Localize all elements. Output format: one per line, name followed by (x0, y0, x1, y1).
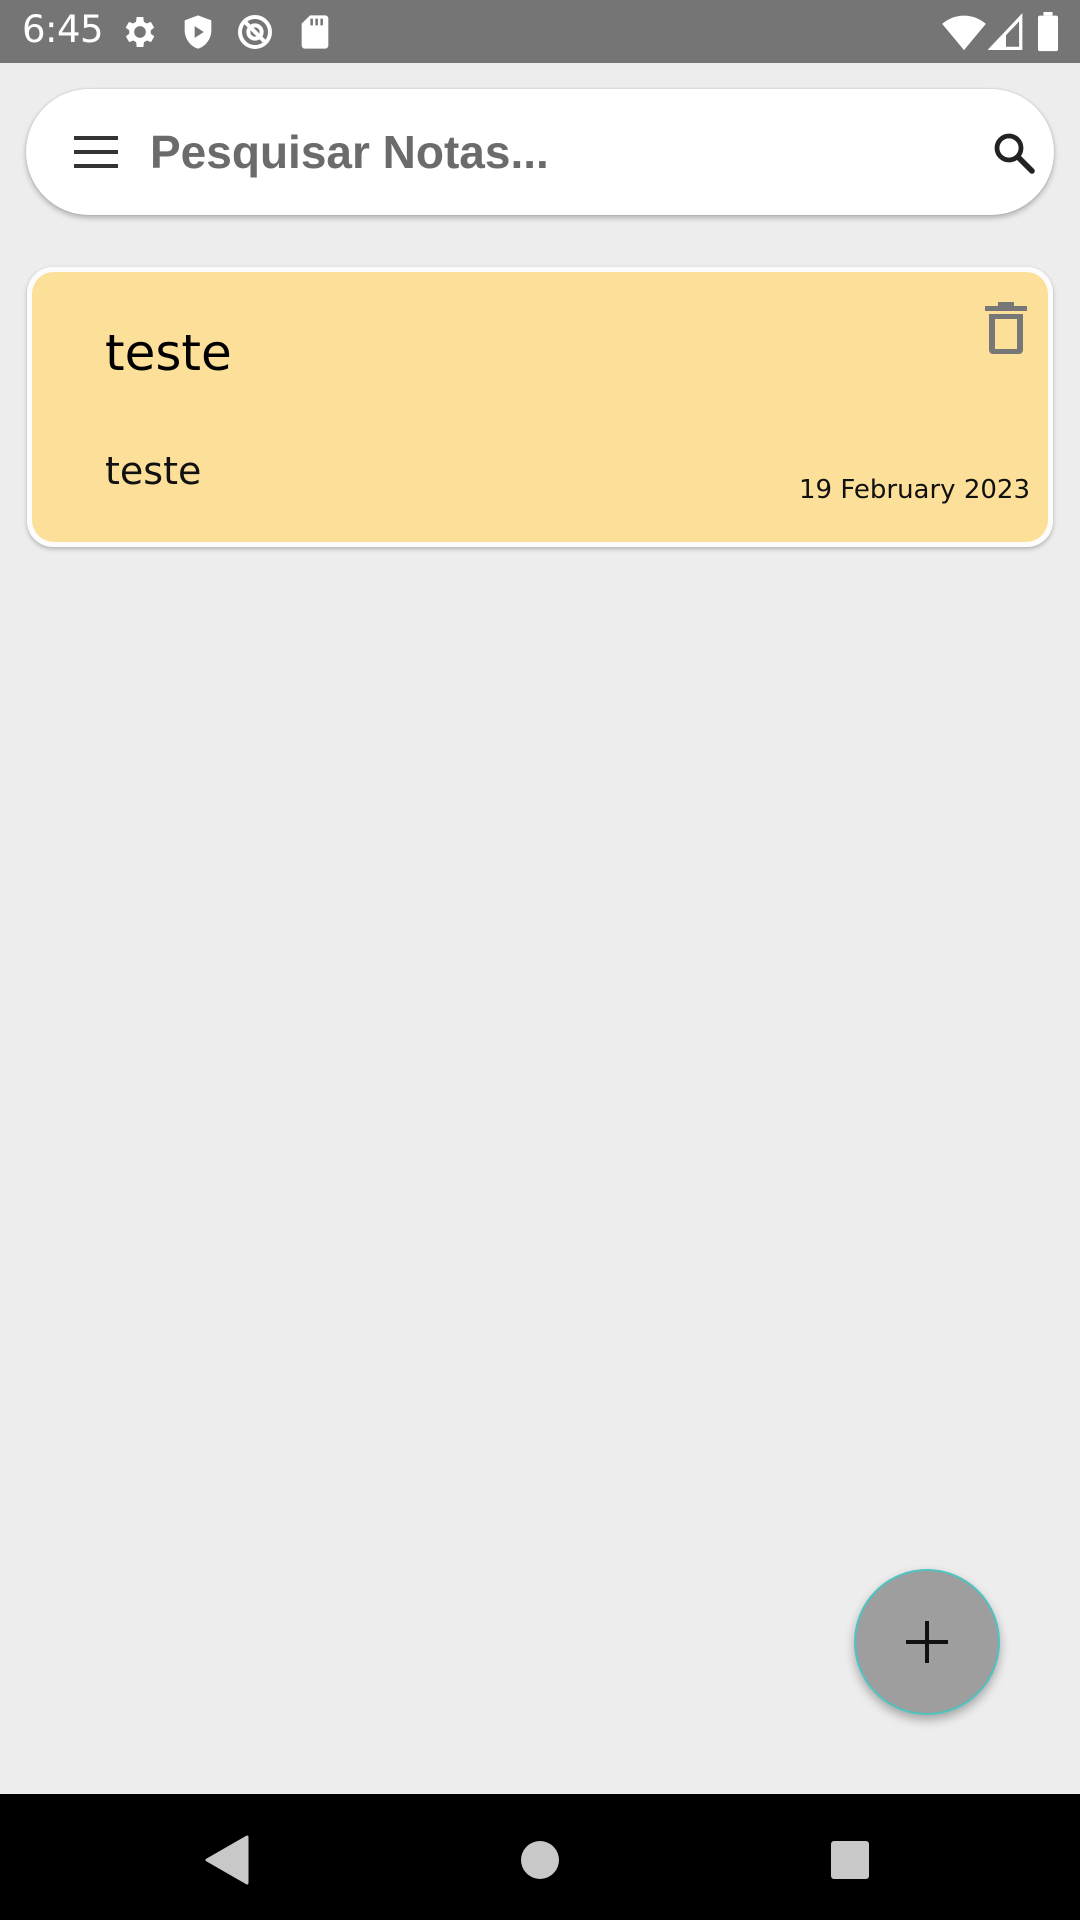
back-icon (205, 1835, 249, 1885)
status-time: 6:45 (22, 8, 104, 51)
search-input[interactable] (150, 111, 950, 193)
trash-icon (985, 302, 1027, 354)
add-note-button[interactable] (854, 1569, 1000, 1715)
battery-icon (1036, 12, 1060, 52)
note-card[interactable]: teste teste 19 February 2023 (27, 267, 1053, 547)
home-button[interactable] (510, 1830, 570, 1890)
status-bar: 6:45 (0, 0, 1080, 63)
menu-icon (74, 136, 118, 168)
gear-icon (120, 12, 160, 52)
app-content: teste teste 19 February 2023 (0, 63, 1080, 1793)
at-sign-icon (235, 12, 275, 52)
search-icon (994, 133, 1035, 174)
search-button[interactable] (986, 125, 1042, 181)
search-bar (26, 89, 1054, 215)
note-date: 19 February 2023 (799, 475, 1030, 505)
menu-button[interactable] (66, 122, 126, 182)
recents-button[interactable] (820, 1830, 880, 1890)
plus-icon (906, 1621, 948, 1663)
note-card-background: teste teste 19 February 2023 (32, 272, 1048, 542)
navigation-bar (0, 1794, 1080, 1920)
note-body: teste (105, 449, 202, 493)
home-icon (521, 1841, 559, 1879)
wifi-icon (942, 12, 986, 52)
recents-icon (831, 1841, 869, 1879)
sd-card-icon (295, 12, 335, 52)
note-title: teste (105, 324, 232, 382)
shield-icon (178, 12, 218, 52)
cell-signal-icon (987, 12, 1028, 52)
back-button[interactable] (196, 1830, 256, 1890)
delete-note-button[interactable] (978, 298, 1034, 358)
